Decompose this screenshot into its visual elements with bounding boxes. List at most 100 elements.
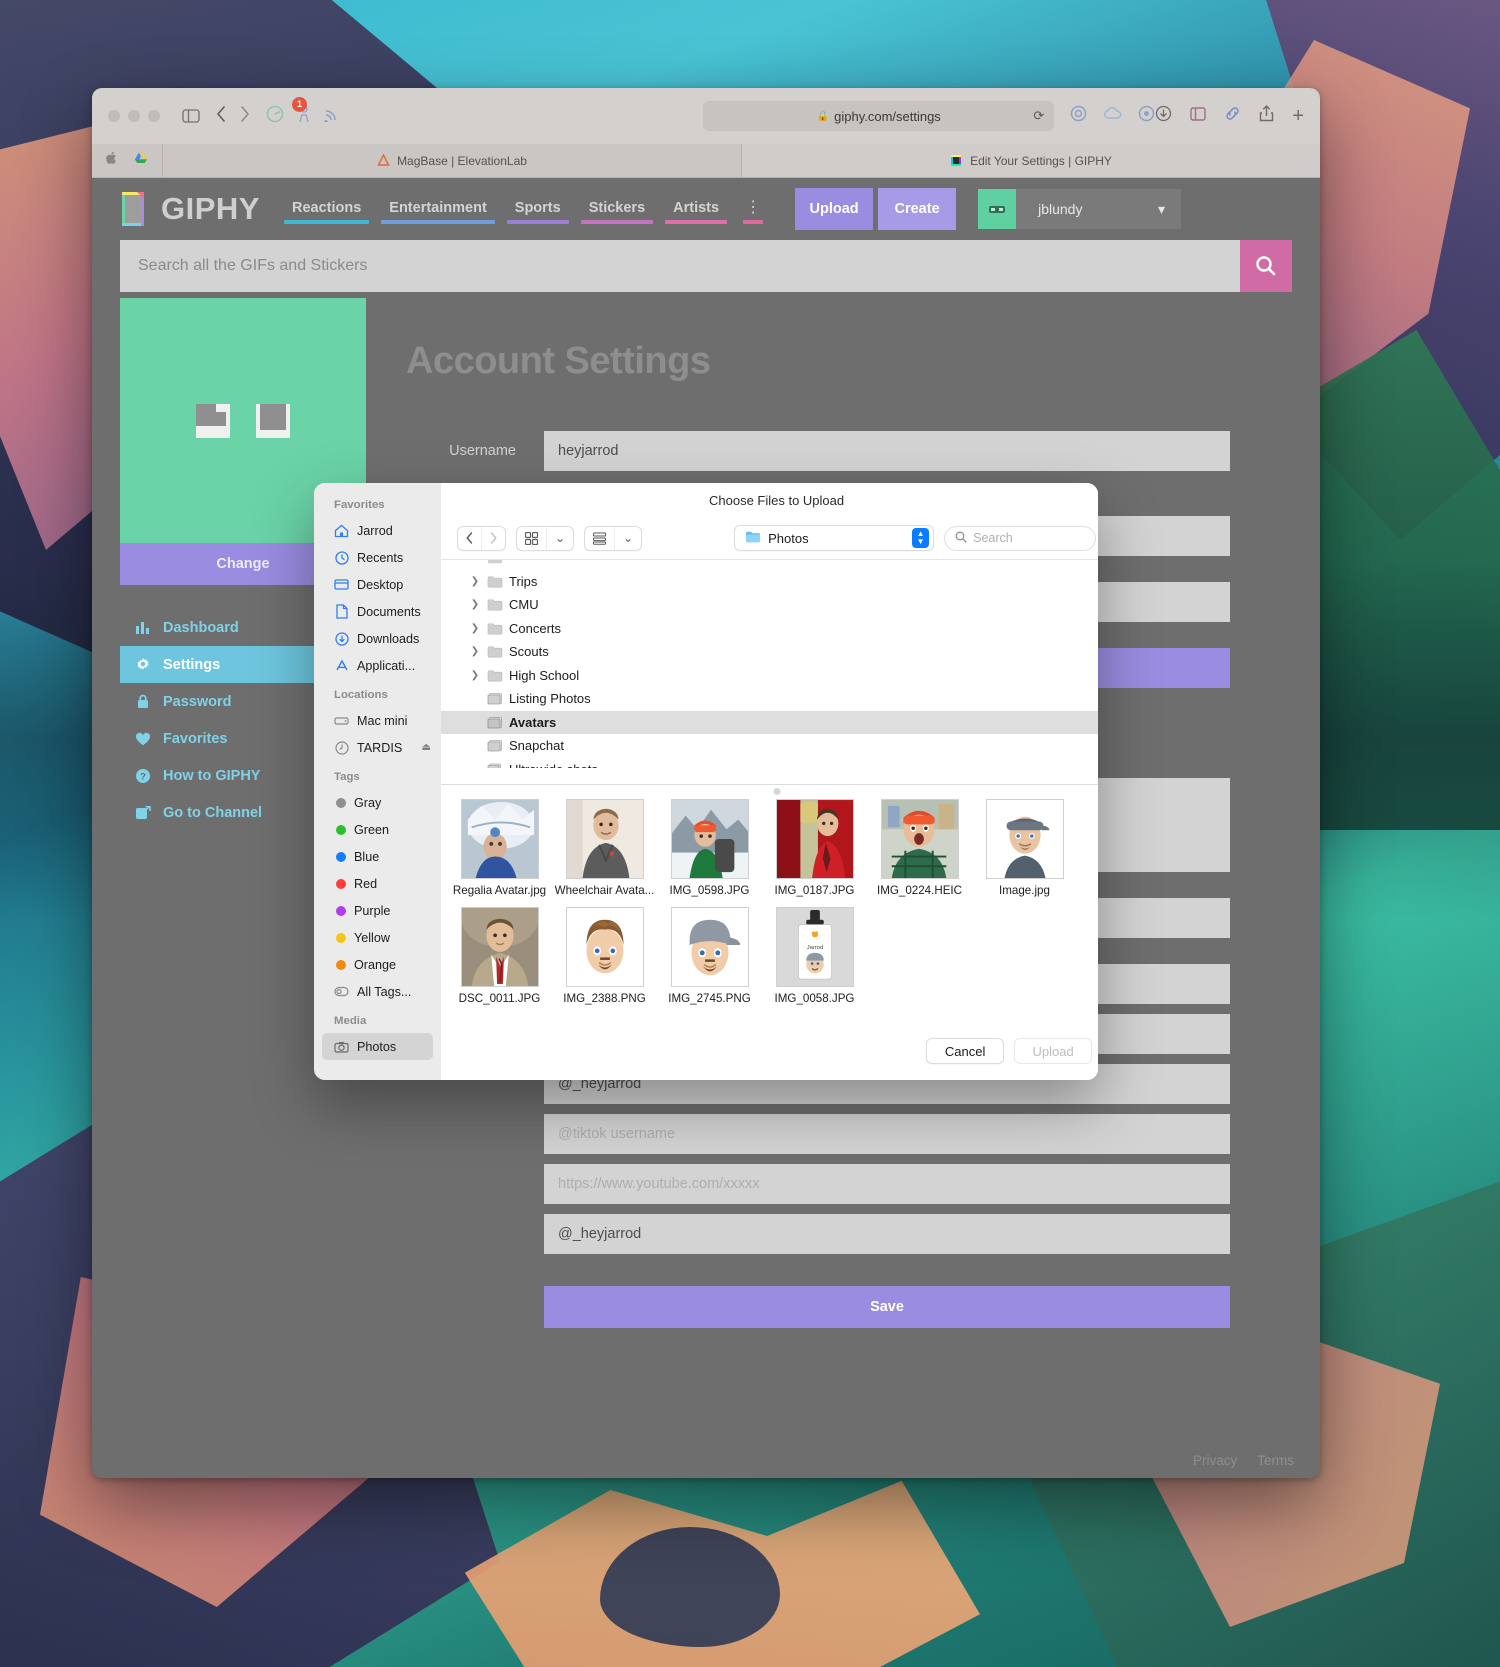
giphy-nav-actions[interactable]: Upload Create: [795, 188, 957, 230]
list-item-cmu[interactable]: ❯ CMU: [441, 593, 1098, 617]
sidebar-tag-all-tags[interactable]: All Tags...: [314, 978, 441, 1005]
reload-icon[interactable]: ⟳: [1033, 108, 1044, 124]
sidebar-tag-orange[interactable]: Orange: [314, 951, 441, 978]
browser-extensions[interactable]: 1: [266, 96, 338, 128]
list-item-partial[interactable]: [441, 560, 1098, 570]
nav-link-reactions[interactable]: Reactions: [278, 200, 375, 230]
list-item-listing-photos[interactable]: Listing Photos: [441, 687, 1098, 711]
thumbnail-dsc-0011[interactable]: DSC_0011.JPG: [447, 907, 552, 1005]
popup-stepper-icon[interactable]: ▲ ▼: [912, 528, 930, 548]
minimize-window-button[interactable]: [128, 110, 140, 122]
sidebar-item-tardis[interactable]: TARDIS ⏏: [314, 734, 441, 761]
thumbnail-img-0058[interactable]: Jarrod IMG_0058.JPG: [762, 907, 867, 1005]
downloads-icon[interactable]: [1155, 105, 1172, 127]
sidebar-item-applications[interactable]: Applicati...: [314, 652, 441, 679]
icon-view-control[interactable]: ⌄: [516, 525, 575, 551]
cloud-icon[interactable]: [1103, 106, 1122, 126]
sidebar-item-photos[interactable]: Photos: [322, 1033, 433, 1060]
thumbnail-grid-pane[interactable]: Regalia Avatar.jpg Wheelchair Avata... I…: [441, 784, 1098, 1022]
username-input[interactable]: heyjarrod: [544, 431, 1230, 471]
avatar[interactable]: [978, 189, 1017, 229]
new-tab-icon[interactable]: +: [1292, 106, 1304, 126]
nav-link-entertainment[interactable]: Entertainment: [375, 200, 501, 230]
nav-segmented-control[interactable]: [457, 525, 506, 551]
sidebar-tag-red[interactable]: Red: [314, 870, 441, 897]
browser-tabbar[interactable]: MagBase | ElevationLab Edit Your Setting…: [92, 144, 1320, 178]
save-button[interactable]: Save: [544, 1286, 1230, 1328]
tab-overview-icon[interactable]: [1190, 106, 1207, 127]
nav-link-artists[interactable]: Artists: [659, 200, 733, 230]
create-button[interactable]: Create: [878, 188, 957, 230]
window-traffic-lights[interactable]: [108, 110, 160, 122]
upload-button[interactable]: Upload: [795, 188, 874, 230]
list-item-ultrawide-shots[interactable]: Ultrawide shots: [441, 758, 1098, 768]
privacy-report-icon[interactable]: [1138, 105, 1155, 127]
giphy-logo[interactable]: GIPHY: [120, 190, 260, 228]
list-item-snapchat[interactable]: Snapchat: [441, 734, 1098, 758]
thumbnail-wheelchair-avatar[interactable]: Wheelchair Avata...: [552, 799, 657, 897]
dialog-toolbar[interactable]: ⌄ ⌄ Photos ▲ ▼ Search: [441, 517, 1098, 559]
sidebar-tag-green[interactable]: Green: [314, 816, 441, 843]
dialog-file-list[interactable]: ❯ Trips ❯ CMU ❯ Concerts ❯ Scouts ❯ High…: [441, 559, 1098, 784]
sidebar-toggle-icon[interactable]: [182, 109, 200, 123]
toolbar-right-group[interactable]: +: [1155, 105, 1304, 127]
apple-favicon-icon[interactable]: [106, 151, 118, 170]
rss-icon[interactable]: [324, 106, 338, 127]
upload-button[interactable]: Upload: [1014, 1038, 1093, 1064]
thumbnail-img-0187[interactable]: IMG_0187.JPG: [762, 799, 867, 897]
nav-link-sports[interactable]: Sports: [501, 200, 575, 230]
disclosure-triangle-icon[interactable]: ❯: [469, 599, 481, 610]
list-item-high-school[interactable]: ❯ High School: [441, 664, 1098, 688]
forward-button[interactable]: [481, 526, 505, 550]
sidebar-item-jarrod[interactable]: Jarrod: [314, 517, 441, 544]
giphy-search-bar[interactable]: Search all the GIFs and Stickers: [120, 240, 1292, 292]
disclosure-triangle-icon[interactable]: ❯: [469, 576, 481, 587]
thumbnail-image-jpg[interactable]: Image.jpg: [972, 799, 1077, 897]
page-footer-links[interactable]: Privacy Terms: [1193, 1453, 1294, 1468]
close-window-button[interactable]: [108, 110, 120, 122]
sidebar-tag-blue[interactable]: Blue: [314, 843, 441, 870]
list-view-control[interactable]: ⌄: [584, 525, 643, 551]
sidebar-item-downloads[interactable]: Downloads: [314, 625, 441, 652]
back-button[interactable]: [216, 105, 226, 127]
address-bar-right-icons[interactable]: [1070, 105, 1155, 127]
thumbnail-grid[interactable]: Regalia Avatar.jpg Wheelchair Avata... I…: [447, 799, 1098, 1015]
youtube-input[interactable]: https://www.youtube.com/xxxxx: [544, 1164, 1230, 1204]
zoom-window-button[interactable]: [148, 110, 160, 122]
back-button[interactable]: [458, 527, 481, 550]
list-item-avatars[interactable]: Avatars: [441, 710, 1098, 734]
address-bar[interactable]: 🔒 giphy.com/settings ⟳: [703, 101, 1055, 131]
list-item-concerts[interactable]: ❯ Concerts: [441, 617, 1098, 641]
search-icon[interactable]: [1240, 240, 1292, 292]
chevron-down-icon[interactable]: ⌄: [546, 526, 573, 550]
sidebar-tag-purple[interactable]: Purple: [314, 897, 441, 924]
giphy-sidebar-menu[interactable]: Dashboard Settings Password Favorites ? …: [120, 609, 366, 831]
pane-resize-handle[interactable]: [773, 788, 781, 795]
cancel-button[interactable]: Cancel: [926, 1038, 1005, 1064]
grid-view-icon[interactable]: [517, 527, 546, 550]
dialog-footer[interactable]: Cancel Upload: [441, 1022, 1098, 1080]
sidebar-tag-gray[interactable]: Gray: [314, 789, 441, 816]
disclosure-triangle-icon[interactable]: ❯: [469, 646, 481, 657]
list-item-scouts[interactable]: ❯ Scouts: [441, 640, 1098, 664]
disclosure-triangle-icon[interactable]: ❯: [469, 623, 481, 634]
grammarly-icon[interactable]: [266, 105, 284, 128]
instagram-input[interactable]: @_heyjarrod: [544, 1214, 1230, 1254]
thumbnail-img-2745[interactable]: IMG_2745.PNG: [657, 907, 762, 1005]
drive-favicon-icon[interactable]: [134, 152, 148, 170]
share-icon[interactable]: [1259, 105, 1274, 127]
browser-tab-2[interactable]: Edit Your Settings | GIPHY: [741, 144, 1320, 177]
privacy-link[interactable]: Privacy: [1193, 1453, 1237, 1468]
link-icon[interactable]: [1224, 105, 1241, 127]
giphy-nav-links[interactable]: Reactions Entertainment Sports Stickers …: [278, 188, 773, 230]
sidebar-item-recents[interactable]: Recents: [314, 544, 441, 571]
path-popup-button[interactable]: Photos ▲ ▼: [734, 525, 935, 551]
nav-link-stickers[interactable]: Stickers: [575, 200, 659, 230]
sidebar-tag-yellow[interactable]: Yellow: [314, 924, 441, 951]
dialog-sidebar[interactable]: Favorites Jarrod Recents Desktop Documen…: [314, 483, 441, 1080]
list-view-icon[interactable]: [585, 527, 614, 550]
browser-tab-1[interactable]: MagBase | ElevationLab: [162, 144, 741, 177]
nav-more-icon[interactable]: ⋮: [733, 200, 773, 230]
thumbnail-img-0224[interactable]: IMG_0224.HEIC: [867, 799, 972, 897]
thumbnail-img-0598[interactable]: IMG_0598.JPG: [657, 799, 762, 897]
